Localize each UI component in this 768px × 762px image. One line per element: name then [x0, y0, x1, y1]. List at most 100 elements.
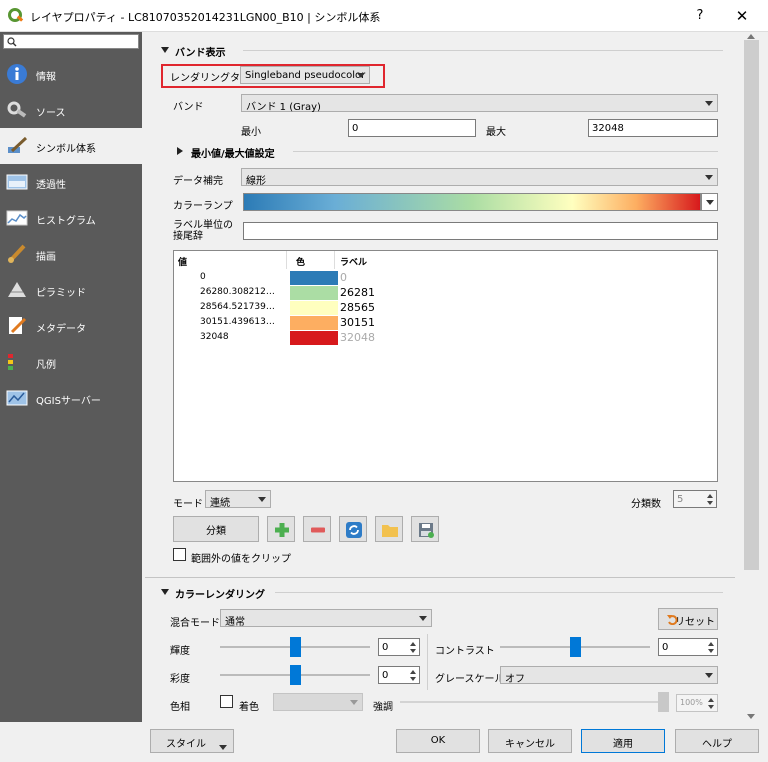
- chevron-down-icon: [705, 175, 713, 180]
- row-value: 26280.308212…: [200, 287, 275, 297]
- spin-down-icon[interactable]: [708, 649, 714, 653]
- transparency-icon: [6, 174, 28, 190]
- strength-slider[interactable]: [400, 701, 668, 703]
- sidebar-item-info[interactable]: 情報: [0, 56, 142, 92]
- add-value-button[interactable]: [267, 516, 295, 542]
- table-row[interactable]: 0 0: [174, 271, 719, 286]
- min-input[interactable]: 0: [348, 119, 476, 137]
- spin-up-icon[interactable]: [707, 494, 713, 498]
- table-row[interactable]: 30151.439613… 30151: [174, 316, 719, 331]
- ok-button-label: OK: [430, 735, 446, 746]
- mode-select[interactable]: 連続: [205, 490, 271, 509]
- help-dialog-button[interactable]: ヘルプ: [675, 729, 759, 753]
- scroll-up-icon[interactable]: [747, 34, 755, 39]
- spin-up-icon[interactable]: [410, 642, 416, 646]
- sidebar-item-pyramid[interactable]: ピラミッド: [0, 272, 142, 308]
- sidebar-item-legend[interactable]: 凡例: [0, 344, 142, 380]
- row-color-swatch[interactable]: [290, 316, 338, 330]
- color-ramp-dropdown[interactable]: [701, 193, 718, 211]
- spin-up-icon[interactable]: [708, 698, 714, 702]
- blend-mode-value: 通常: [225, 617, 245, 628]
- row-color-swatch[interactable]: [290, 286, 338, 300]
- divider: [243, 50, 723, 51]
- colorize-checkbox[interactable]: [220, 695, 233, 708]
- legend-icon: [8, 354, 13, 370]
- ramp-label: カラーランプ: [173, 201, 233, 212]
- table-row[interactable]: 28564.521739… 28565: [174, 301, 719, 316]
- scrollbar-thumb[interactable]: [744, 40, 759, 570]
- row-label: 32048: [340, 331, 375, 344]
- row-color-swatch[interactable]: [290, 331, 338, 345]
- vertical-scrollbar[interactable]: [743, 32, 760, 722]
- spin-down-icon[interactable]: [707, 501, 713, 505]
- column-header-label: ラベル: [340, 258, 368, 268]
- spin-down-icon[interactable]: [708, 705, 714, 709]
- style-menu-button[interactable]: スタイル: [150, 729, 234, 753]
- interp-select[interactable]: 線形: [241, 168, 718, 187]
- main-panel: バンド表示 レンダリングタイプ Singleband pseudocolor バ…: [143, 32, 743, 722]
- sidebar-item-server[interactable]: QGISサーバー: [0, 380, 142, 416]
- refresh-button[interactable]: [339, 516, 367, 542]
- colorize-color-button[interactable]: [273, 693, 363, 711]
- unit-suffix-input[interactable]: [243, 222, 718, 240]
- brightness-slider-handle[interactable]: [290, 637, 301, 657]
- column-divider: [286, 251, 287, 269]
- classify-button[interactable]: 分類: [173, 516, 259, 542]
- sidebar-item-label: 情報: [36, 72, 56, 83]
- max-label: 最大: [486, 127, 506, 138]
- spin-up-icon[interactable]: [410, 670, 416, 674]
- close-button[interactable]: ✕: [728, 6, 756, 26]
- reset-button[interactable]: リセット: [658, 608, 718, 630]
- saturation-spinbox[interactable]: 0: [378, 666, 420, 684]
- help-button[interactable]: ?: [688, 6, 712, 26]
- color-ramp-bar[interactable]: [243, 193, 701, 211]
- brightness-spinbox[interactable]: 0: [378, 638, 420, 656]
- minus-icon: [311, 527, 325, 533]
- spin-down-icon[interactable]: [410, 677, 416, 681]
- row-color-swatch[interactable]: [290, 301, 338, 315]
- table-row[interactable]: 26280.308212… 26281: [174, 286, 719, 301]
- row-label: 26281: [340, 286, 375, 299]
- blend-mode-select[interactable]: 通常: [220, 609, 432, 628]
- expand-triangle-icon[interactable]: [175, 146, 185, 156]
- apply-button[interactable]: 適用: [581, 729, 665, 753]
- sidebar-item-histogram[interactable]: ヒストグラム: [0, 200, 142, 236]
- sidebar-item-rendering[interactable]: 描画: [0, 236, 142, 272]
- sidebar-item-symbology[interactable]: シンボル体系: [0, 128, 142, 164]
- row-color-swatch[interactable]: [290, 271, 338, 285]
- search-input[interactable]: [3, 34, 139, 49]
- render-type-select[interactable]: Singleband pseudocolor: [240, 66, 370, 84]
- strength-slider-handle[interactable]: [658, 692, 669, 712]
- remove-value-button[interactable]: [303, 516, 331, 542]
- spin-down-icon[interactable]: [410, 649, 416, 653]
- row-label: 0: [340, 271, 347, 284]
- sidebar-item-source[interactable]: ソース: [0, 92, 142, 128]
- chevron-down-icon: [705, 673, 713, 678]
- collapse-triangle-icon[interactable]: [160, 45, 170, 55]
- load-file-button[interactable]: [375, 516, 403, 542]
- strength-spinbox[interactable]: 100%: [676, 694, 718, 712]
- contrast-spinbox[interactable]: 0: [658, 638, 718, 656]
- saturation-slider-handle[interactable]: [290, 665, 301, 685]
- collapse-triangle-icon[interactable]: [160, 587, 170, 597]
- sidebar-item-metadata[interactable]: メタデータ: [0, 308, 142, 344]
- contrast-slider-handle[interactable]: [570, 637, 581, 657]
- color-table[interactable]: 値 色 ラベル 0 0 26280.308212… 26281 28564.52…: [173, 250, 718, 482]
- scroll-down-icon[interactable]: [747, 714, 755, 719]
- spin-up-icon[interactable]: [708, 642, 714, 646]
- clip-checkbox[interactable]: [173, 548, 186, 561]
- band-select[interactable]: バンド 1 (Gray): [241, 94, 718, 113]
- sidebar-item-label: ヒストグラム: [36, 216, 96, 227]
- table-row[interactable]: 32048 32048: [174, 331, 719, 346]
- cancel-button[interactable]: キャンセル: [488, 729, 572, 753]
- ok-button[interactable]: OK: [396, 729, 480, 753]
- strength-value: 100%: [680, 698, 703, 707]
- max-input[interactable]: 32048: [588, 119, 718, 137]
- grayscale-select[interactable]: オフ: [500, 666, 718, 685]
- sidebar-item-transparency[interactable]: 透過性: [0, 164, 142, 200]
- interp-value: 線形: [246, 176, 266, 187]
- classes-spinbox[interactable]: 5: [673, 490, 717, 508]
- title-bar: レイヤプロパティ - LC81070352014231LGN00_B10 | シ…: [0, 0, 768, 32]
- save-file-button[interactable]: [411, 516, 439, 542]
- minmax-group-title[interactable]: 最小値/最大値設定: [191, 145, 275, 160]
